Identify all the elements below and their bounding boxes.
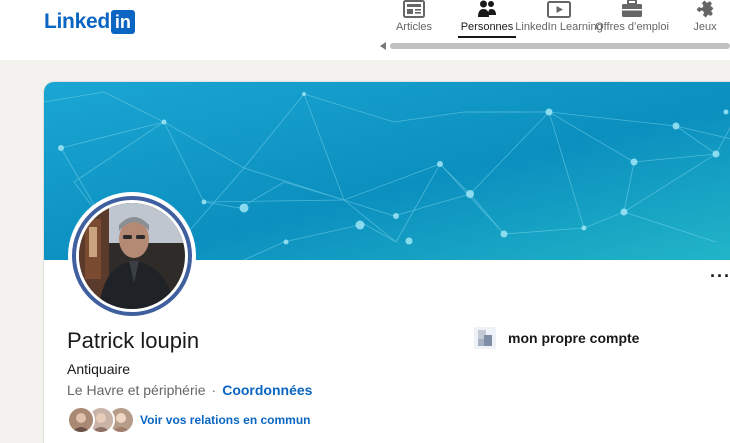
- nav-label-games: Jeux: [693, 21, 717, 33]
- mutual-avatar: [67, 406, 95, 434]
- scroll-left-arrow-icon[interactable]: [380, 42, 386, 50]
- nav-label-people: Personnes: [460, 21, 514, 33]
- nav-item-jobs[interactable]: Offres d’emploi: [595, 0, 669, 40]
- company-name: mon propre compte: [508, 330, 640, 346]
- top-header: Linked in Articles Personnes LinkedIn Le…: [0, 0, 730, 60]
- profile-name: Patrick loupin: [67, 328, 200, 353]
- location-line: Le Havre et périphérie · Coordonnées: [67, 380, 312, 400]
- articles-icon: [403, 0, 425, 18]
- puzzle-icon: [696, 0, 714, 18]
- company-logo-icon: [474, 327, 496, 349]
- current-company[interactable]: mon propre compte: [474, 326, 639, 350]
- nav-item-learning[interactable]: LinkedIn Learning: [515, 0, 603, 40]
- profile-card: ··· Patrick loupin Antiquaire Le Havre e…: [44, 82, 730, 443]
- profile-avatar[interactable]: [68, 192, 196, 320]
- people-icon: [478, 0, 496, 17]
- contact-info-link[interactable]: Coordonnées: [222, 382, 312, 398]
- profile-headline: Antiquaire: [67, 361, 131, 377]
- location-separator: ·: [211, 382, 217, 398]
- profile-location: Le Havre et périphérie: [67, 382, 206, 398]
- top-nav: Articles Personnes LinkedIn Learning Off…: [0, 0, 730, 40]
- nav-item-articles[interactable]: Articles: [394, 0, 434, 40]
- profile-photo: [79, 203, 185, 309]
- avatar-ring: [72, 196, 192, 316]
- nav-item-games[interactable]: Jeux: [688, 0, 722, 40]
- nav-scrollbar[interactable]: [380, 42, 730, 50]
- mutual-connections[interactable]: Voir vos relations en commun: [67, 406, 310, 434]
- mutual-connections-link[interactable]: Voir vos relations en commun: [140, 413, 310, 427]
- mutual-avatars: [67, 406, 135, 434]
- more-options-icon[interactable]: ···: [710, 267, 730, 285]
- briefcase-icon: [622, 0, 642, 17]
- nav-label-jobs: Offres d’emploi: [595, 21, 669, 33]
- nav-item-people[interactable]: Personnes: [458, 0, 516, 40]
- learning-play-icon: [547, 1, 571, 18]
- nav-label-articles: Articles: [395, 21, 433, 33]
- scroll-thumb[interactable]: [390, 43, 730, 49]
- nav-label-learning: LinkedIn Learning: [515, 21, 603, 33]
